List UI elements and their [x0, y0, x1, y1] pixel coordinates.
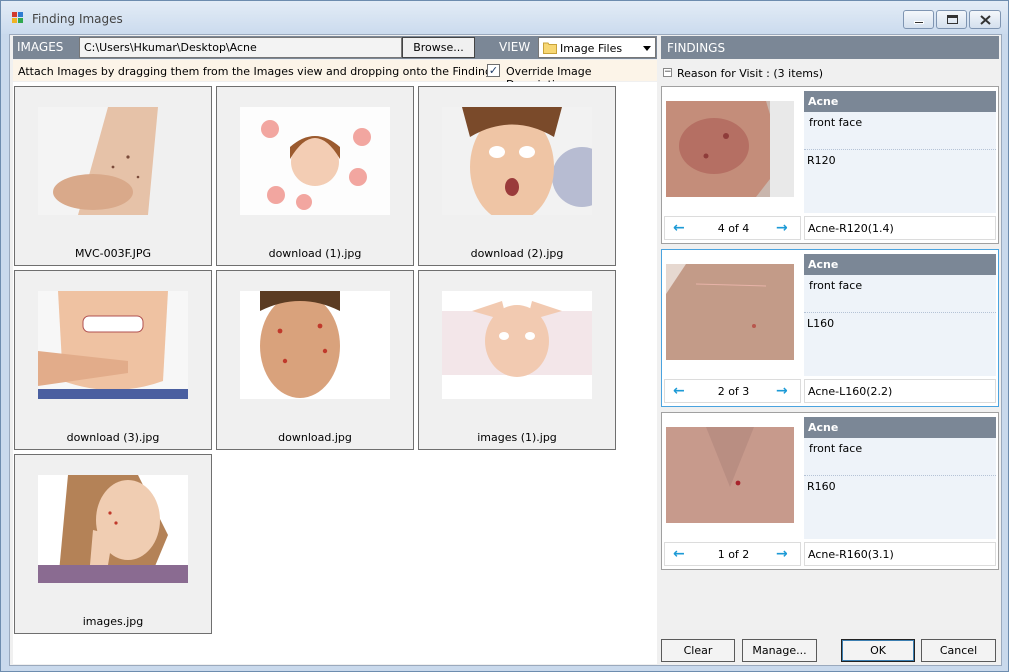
finding-location[interactable]: front face: [804, 438, 996, 476]
image-thumbnail: [38, 291, 188, 399]
cancel-button[interactable]: Cancel: [921, 639, 996, 662]
chevron-down-icon[interactable]: [643, 46, 651, 51]
next-arrow-icon[interactable]: →: [776, 383, 788, 399]
image-tile[interactable]: images (1).jpg: [418, 270, 616, 450]
image-filename: download (1).jpg: [268, 247, 362, 260]
image-tile[interactable]: download (1).jpg: [216, 86, 414, 266]
image-tile[interactable]: download (2).jpg: [418, 86, 616, 266]
image-filename: download.jpg: [278, 431, 352, 444]
override-description-checkbox[interactable]: ✓: [487, 64, 500, 77]
finding-image-navigator: ← 2 of 3 →: [664, 379, 801, 403]
finding-image-label: Acne-L160(2.2): [804, 379, 996, 403]
minimize-button[interactable]: [903, 10, 934, 29]
image-tile[interactable]: images.jpg: [14, 454, 212, 634]
title-bar[interactable]: Finding Images: [1, 1, 1008, 34]
ok-button[interactable]: OK: [841, 639, 915, 662]
image-tile[interactable]: MVC-003F.JPG: [14, 86, 212, 266]
finding-image-navigator: ← 4 of 4 →: [664, 216, 801, 240]
finding-images-window: Finding Images IMAGES C:\Users\Hkumar\De…: [0, 0, 1009, 672]
finding-code[interactable]: L160: [804, 313, 996, 376]
image-tile[interactable]: download (3).jpg: [14, 270, 212, 450]
view-dropdown[interactable]: Image Files: [538, 37, 656, 58]
finding-image: [666, 264, 794, 360]
finding-image: [666, 101, 794, 197]
image-filename: MVC-003F.JPG: [74, 247, 152, 260]
browse-button[interactable]: Browse...: [402, 37, 475, 58]
next-arrow-icon[interactable]: →: [776, 220, 788, 236]
restore-icon: [947, 15, 958, 24]
dialog-client-area: IMAGES C:\Users\Hkumar\Desktop\Acne Brow…: [9, 34, 1002, 666]
finding-title: Acne: [804, 254, 996, 275]
findings-header: FINDINGS: [661, 36, 999, 59]
finding-code[interactable]: R120: [804, 150, 996, 213]
images-label: IMAGES: [17, 40, 64, 54]
image-filename: images.jpg: [82, 615, 144, 628]
close-icon: [980, 15, 991, 25]
finding-image-navigator: ← 1 of 2 →: [664, 542, 801, 566]
finding-image: [666, 427, 794, 523]
finding-card[interactable]: ← 4 of 4 → Acne front face R120 Acne-R12…: [661, 86, 999, 244]
image-filename: images (1).jpg: [477, 431, 557, 444]
folder-icon: [543, 42, 557, 54]
image-thumbnail: [240, 291, 390, 399]
findings-group-text: Reason for Visit : (3 items): [677, 67, 824, 80]
close-button[interactable]: [969, 10, 1001, 29]
folder-path-field[interactable]: C:\Users\Hkumar\Desktop\Acne: [79, 37, 402, 58]
image-thumbnail: [442, 107, 592, 215]
image-thumbnail: [442, 291, 592, 399]
finding-card[interactable]: ← 2 of 3 → Acne front face L160 Acne-L16…: [661, 249, 999, 407]
finding-image-label: Acne-R160(3.1): [804, 542, 996, 566]
finding-location[interactable]: front face: [804, 275, 996, 313]
window-title: Finding Images: [32, 12, 123, 26]
findings-label: FINDINGS: [667, 41, 726, 55]
app-icon: [12, 12, 23, 23]
maximize-button[interactable]: [936, 10, 967, 29]
image-filename: download (2).jpg: [470, 247, 564, 260]
image-thumbnail: [38, 107, 188, 215]
image-thumbnail: [240, 107, 390, 215]
finding-image-label: Acne-R120(1.4): [804, 216, 996, 240]
findings-group-row[interactable]: − Reason for Visit : (3 items): [661, 63, 999, 83]
finding-title: Acne: [804, 417, 996, 438]
finding-title: Acne: [804, 91, 996, 112]
image-tile[interactable]: download.jpg: [216, 270, 414, 450]
finding-card[interactable]: ← 1 of 2 → Acne front face R160 Acne-R16…: [661, 412, 999, 570]
manage-button[interactable]: Manage...: [742, 639, 817, 662]
hint-bar: Attach Images by dragging them from the …: [13, 60, 657, 91]
image-thumbnail: [38, 475, 188, 583]
drag-drop-hint: Attach Images by dragging them from the …: [18, 65, 498, 78]
collapse-icon[interactable]: −: [663, 68, 672, 77]
finding-location[interactable]: front face: [804, 112, 996, 150]
image-filename: download (3).jpg: [66, 431, 160, 444]
clear-button[interactable]: Clear: [661, 639, 735, 662]
view-label: VIEW: [499, 40, 531, 54]
next-arrow-icon[interactable]: →: [776, 546, 788, 562]
view-dropdown-value: Image Files: [560, 42, 623, 55]
image-gallery: MVC-003F.JPG download (1).jpg download (…: [13, 82, 657, 664]
finding-code[interactable]: R160: [804, 476, 996, 539]
minimize-icon: [914, 21, 924, 24]
images-header: IMAGES C:\Users\Hkumar\Desktop\Acne Brow…: [13, 36, 657, 59]
